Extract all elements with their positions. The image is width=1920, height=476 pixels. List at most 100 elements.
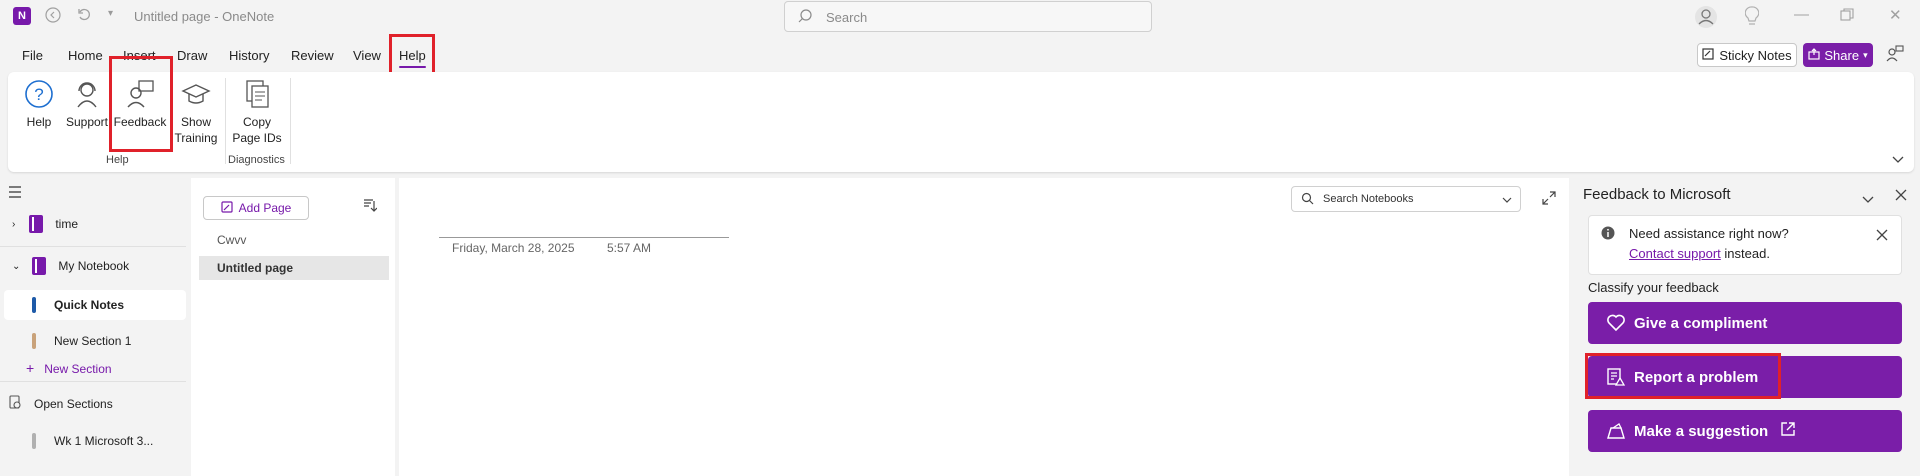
show-training-label-2: Training (174, 131, 218, 145)
support-headset-icon (71, 78, 103, 110)
title-line (439, 237, 729, 238)
notebook-item-time[interactable]: › time (0, 209, 186, 239)
notebook-name: My Notebook (58, 259, 130, 273)
copy-page-ids-button[interactable]: Copy Page IDs (232, 78, 282, 146)
highlight-feedback-button (109, 56, 173, 152)
close-window-icon[interactable]: ✕ (1889, 6, 1902, 24)
add-page-label: Add Page (238, 201, 292, 215)
chevron-down-icon: ⌄ (12, 260, 21, 272)
divider (0, 246, 186, 247)
graduation-cap-icon (180, 78, 212, 110)
section-item-wk1[interactable]: Wk 1 Microsoft 3... (4, 426, 186, 456)
new-section-label: New Section (44, 362, 112, 376)
pane-title: Feedback to Microsoft (1583, 186, 1731, 203)
search-icon (1301, 192, 1314, 208)
section-name: Wk 1 Microsoft 3... (54, 434, 154, 448)
make-suggestion-button[interactable]: Make a suggestion (1588, 410, 1902, 452)
hamburger-menu-icon[interactable] (8, 186, 22, 201)
tab-review[interactable]: Review (291, 48, 334, 63)
notebook-icon (32, 257, 47, 275)
section-tab-color (32, 433, 36, 449)
minimize-icon[interactable]: — (1794, 6, 1809, 23)
suggestion-icon (1606, 421, 1626, 441)
expand-icon[interactable] (1542, 191, 1556, 208)
contact-suffix: instead. (1720, 246, 1770, 261)
section-name: New Section 1 (54, 334, 132, 348)
dismiss-banner-icon[interactable] (1876, 229, 1888, 244)
page-item-selected[interactable]: Untitled page (199, 256, 389, 280)
section-tab-color (32, 297, 36, 313)
highlight-report-problem (1585, 353, 1781, 399)
copy-ids-label-2: Page IDs (232, 131, 282, 145)
chevron-down-icon (1502, 195, 1512, 207)
tab-view[interactable]: View (353, 48, 381, 63)
divider (0, 381, 186, 382)
help-label: Help (26, 115, 52, 129)
add-page-icon (221, 200, 233, 216)
give-compliment-label: Give a compliment (1634, 314, 1768, 332)
page-list: Add Page Cwvv Untitled page (191, 178, 395, 476)
onenote-app-icon: N (13, 7, 31, 25)
share-button[interactable]: Share ▾ (1803, 43, 1873, 67)
sort-pages-icon[interactable] (363, 198, 378, 215)
page-date: Friday, March 28, 2025 (452, 241, 575, 255)
tab-draw[interactable]: Draw (177, 48, 207, 63)
account-avatar-icon[interactable] (1694, 5, 1718, 32)
ribbon: ? Help Support Feedback Show Training Co… (8, 72, 1914, 172)
share-label: Share (1824, 47, 1860, 63)
help-button[interactable]: ? Help (24, 78, 54, 130)
undo-icon[interactable] (76, 6, 92, 25)
section-item-quick-notes[interactable]: Quick Notes (4, 290, 186, 320)
search-placeholder: Search (826, 10, 868, 25)
pane-options-chevron-icon[interactable] (1862, 192, 1874, 207)
new-section-button[interactable]: + New Section (26, 360, 112, 376)
quick-access-dropdown-icon[interactable]: ▾ (108, 8, 113, 19)
search-icon (797, 8, 813, 27)
restore-icon[interactable] (1840, 8, 1854, 26)
section-item-new-section-1[interactable]: New Section 1 (4, 326, 186, 356)
show-training-button[interactable]: Show Training (172, 78, 220, 146)
tab-history[interactable]: History (229, 48, 269, 63)
help-question-icon: ? (23, 78, 55, 110)
search-notebooks-dropdown[interactable]: Search Notebooks (1291, 186, 1521, 212)
sticky-notes-label: Sticky Notes (1719, 47, 1792, 63)
window-title: Untitled page - OneNote (134, 9, 275, 24)
close-pane-icon[interactable] (1895, 189, 1907, 204)
share-icon (1808, 47, 1820, 63)
notebook-item-my-notebook[interactable]: ⌄ My Notebook (0, 251, 186, 281)
search-input[interactable]: Search (784, 1, 1152, 32)
open-sections-label: Open Sections (34, 396, 113, 411)
collapse-ribbon-icon[interactable] (1892, 152, 1904, 167)
help-group-label: Help (106, 154, 129, 166)
sticky-notes-button[interactable]: Sticky Notes (1697, 43, 1797, 67)
contact-support-link[interactable]: Contact support (1629, 246, 1721, 261)
chevron-right-icon: › (12, 218, 16, 230)
open-sections-button[interactable]: Open Sections (8, 394, 113, 413)
assist-text: Need assistance right now? (1629, 226, 1789, 241)
add-page-button[interactable]: Add Page (203, 196, 309, 220)
svg-text:?: ? (34, 85, 43, 104)
notebook-name: time (55, 217, 79, 231)
plus-icon: + (26, 360, 35, 376)
diagnostics-group-label: Diagnostics (228, 154, 285, 166)
give-compliment-button[interactable]: Give a compliment (1588, 302, 1902, 344)
external-link-icon (1780, 421, 1796, 441)
show-training-label-1: Show (180, 115, 212, 129)
page-canvas[interactable]: Friday, March 28, 2025 5:57 AM Search No… (399, 178, 1569, 476)
section-tab-color (32, 333, 36, 349)
tab-file[interactable]: File (22, 48, 43, 63)
feedback-person-icon[interactable] (1886, 45, 1904, 66)
support-button[interactable]: Support (65, 78, 109, 130)
notebook-icon (29, 215, 44, 233)
chevron-down-icon: ▾ (1863, 49, 1868, 60)
classify-label: Classify your feedback (1588, 280, 1719, 295)
back-icon[interactable] (45, 7, 61, 26)
group-divider (225, 78, 226, 164)
page-item[interactable]: Cwvv (199, 228, 389, 252)
tab-home[interactable]: Home (68, 48, 103, 63)
search-notebooks-label: Search Notebooks (1323, 193, 1414, 205)
info-icon (1601, 226, 1615, 243)
lightbulb-icon[interactable] (1744, 6, 1760, 29)
page-time: 5:57 AM (607, 241, 652, 255)
copy-document-icon (241, 78, 273, 110)
